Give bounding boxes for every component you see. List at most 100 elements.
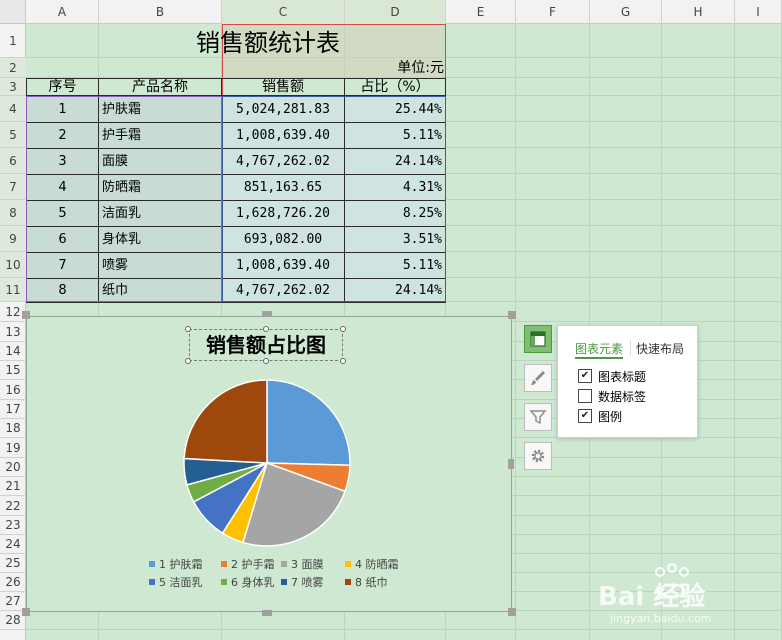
checkbox-data-labels[interactable] (578, 389, 592, 403)
title-handle[interactable] (263, 358, 269, 364)
row-header-23[interactable]: 23 (0, 516, 26, 535)
chart-resize-handle[interactable] (508, 459, 514, 469)
row-header-14[interactable]: 14 (0, 342, 26, 361)
legend-swatch-4 (345, 561, 351, 567)
row-header-6[interactable]: 6 (0, 148, 26, 174)
column-header-g[interactable]: G (590, 0, 662, 24)
chart-elements-icon (530, 331, 546, 347)
column-header-a[interactable]: A (26, 0, 99, 24)
row-header-16[interactable]: 16 (0, 380, 26, 400)
chart-resize-handle[interactable] (262, 610, 272, 616)
row-header-8[interactable]: 8 (0, 200, 26, 226)
option-label: 图例 (598, 409, 623, 424)
row-header-20[interactable]: 20 (0, 458, 26, 477)
active-tab-indicator (575, 357, 623, 359)
legend-swatch-1 (149, 561, 155, 567)
row-header-25[interactable]: 25 (0, 554, 26, 573)
row-header-4[interactable]: 4 (0, 96, 26, 122)
brush-icon (531, 371, 545, 385)
pie-chart: 1 护肤霜 2 护手霜 3 面膜 4 防晒霜 5 洁面乳 6 身体乳 7 喷雾 8 纸巾 (149, 379, 399, 589)
header-product[interactable]: 产品名称 (98, 78, 222, 96)
column-header-h[interactable]: H (662, 0, 735, 24)
legend-label-3[interactable]: 3 面膜 (291, 558, 324, 571)
chart-title[interactable]: 销售额占比图 (189, 331, 343, 361)
option-data-labels[interactable]: 数据标签 (578, 388, 646, 404)
option-chart-title[interactable]: ✔ 图表标题 (578, 368, 646, 384)
chart-filter-button[interactable] (524, 403, 552, 431)
legend-swatch-5 (149, 579, 155, 585)
legend-label-6[interactable]: 6 身体乳 (231, 575, 275, 589)
row-header-24[interactable]: 24 (0, 535, 26, 554)
filter-icon (529, 410, 547, 425)
legend-label-5[interactable]: 5 洁面乳 (159, 576, 203, 589)
row-header-21[interactable]: 21 (0, 477, 26, 496)
title-handle[interactable] (263, 326, 269, 332)
legend-label-1[interactable]: 1 护肤霜 (159, 557, 203, 571)
chart-resize-handle[interactable] (508, 608, 516, 616)
grid-column-line (734, 24, 735, 640)
row-header-2[interactable]: 2 (0, 58, 26, 78)
checkbox-legend[interactable]: ✔ (578, 409, 592, 423)
unit-label[interactable]: 单位:元 (345, 58, 444, 78)
title-handle[interactable] (340, 358, 346, 364)
legend-swatch-3 (281, 561, 287, 567)
row-header-5[interactable]: 5 (0, 122, 26, 148)
option-label: 图表标题 (598, 369, 647, 384)
legend-swatch-8 (345, 579, 351, 585)
legend-swatch-7 (281, 579, 287, 585)
row-header-9[interactable]: 9 (0, 226, 26, 252)
tab-chart-elements[interactable]: 图表元素 (575, 340, 623, 357)
grid-column-line (515, 24, 516, 640)
check-icon: ✔ (580, 410, 590, 421)
column-header-f[interactable]: F (516, 0, 590, 24)
pie-slice-8[interactable] (183, 379, 268, 464)
chart-resize-handle[interactable] (508, 311, 516, 319)
row-header-3[interactable]: 3 (0, 78, 26, 96)
check-icon: ✔ (580, 370, 590, 381)
sheet-title[interactable]: 销售额统计表 (26, 28, 510, 58)
watermark: Bai 经验 jingyan.baidu.com (598, 560, 768, 630)
row-header-15[interactable]: 15 (0, 361, 26, 380)
title-handle[interactable] (185, 358, 191, 364)
row-header-10[interactable]: 10 (0, 252, 26, 278)
chart-settings-button[interactable] (524, 442, 552, 470)
chart-resize-handle[interactable] (22, 311, 30, 319)
pie-slice-1[interactable] (266, 379, 351, 467)
option-legend[interactable]: ✔ 图例 (578, 408, 622, 424)
selection-outline-left (26, 96, 222, 302)
title-handle[interactable] (185, 326, 191, 332)
title-handle[interactable] (340, 326, 346, 332)
select-all-corner[interactable] (0, 0, 26, 24)
legend-label-4[interactable]: 4 防晒霜 (355, 557, 399, 571)
row-header-22[interactable]: 22 (0, 496, 26, 516)
column-header-e[interactable]: E (446, 0, 516, 24)
chart-resize-handle[interactable] (262, 311, 272, 317)
header-sales[interactable]: 销售额 (221, 78, 345, 96)
legend-label-8[interactable]: 8 纸巾 (355, 575, 388, 589)
chart-elements-panel: 图表元素 快速布局 ✔ 图表标题 数据标签 ✔ 图例 (557, 325, 698, 438)
chart-resize-handle[interactable] (22, 608, 30, 616)
row-header-18[interactable]: 18 (0, 419, 26, 438)
row-header-7[interactable]: 7 (0, 174, 26, 200)
watermark-url: jingyan.baidu.com (610, 612, 712, 625)
column-header-b[interactable]: B (99, 0, 222, 24)
chart-elements-button[interactable] (524, 325, 552, 353)
column-header-i[interactable]: I (735, 0, 782, 24)
column-header-d[interactable]: D (345, 0, 446, 24)
legend-label-7[interactable]: 7 喷雾 (291, 576, 324, 589)
row-header-11[interactable]: 11 (0, 278, 26, 302)
row-header-26[interactable]: 26 (0, 573, 26, 592)
column-header-c[interactable]: C (222, 0, 345, 24)
legend-label-2[interactable]: 2 护手霜 (231, 557, 275, 571)
row-header-1[interactable]: 1 (0, 24, 26, 58)
chart-style-button[interactable] (524, 364, 552, 392)
row-header-13[interactable]: 13 (0, 322, 26, 342)
pie-chart-container[interactable]: 1 护肤霜 2 护手霜 3 面膜 4 防晒霜 5 洁面乳 6 身体乳 7 喷雾 8 纸巾 销售… (26, 316, 512, 612)
row-header-19[interactable]: 19 (0, 438, 26, 458)
header-percent[interactable]: 占比（%） (344, 78, 446, 96)
header-index[interactable]: 序号 (26, 78, 99, 96)
legend-swatch-2 (221, 561, 227, 567)
row-header-17[interactable]: 17 (0, 400, 26, 419)
tab-quick-layout[interactable]: 快速布局 (636, 340, 684, 357)
checkbox-chart-title[interactable]: ✔ (578, 369, 592, 383)
